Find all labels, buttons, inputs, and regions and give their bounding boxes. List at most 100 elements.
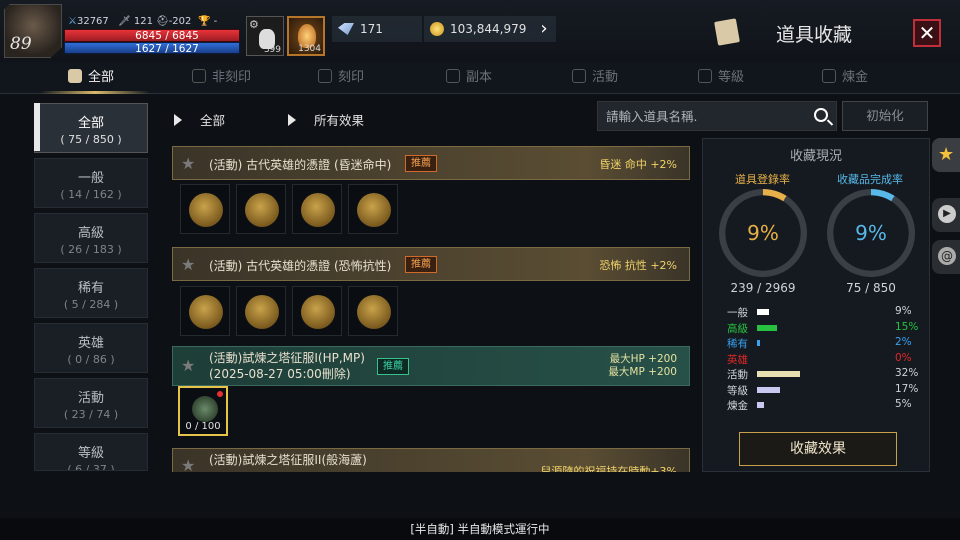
gear-icon — [822, 69, 836, 83]
top-bar: 89 ⚔32767 🗡 121 ⛑-202 🏆 - 6845 / 6845 16… — [0, 0, 960, 62]
category-name: 活動 — [77, 391, 104, 406]
item-count: 0 / 100 — [185, 421, 221, 432]
grade-name: 英雄 — [727, 353, 748, 366]
category-count: ( 75 / 850 ) — [60, 133, 122, 146]
collection-effect: 兒源隨的祝福持在時動+3% — [540, 465, 677, 472]
swirl-icon: @ — [938, 247, 956, 265]
grade-bar — [757, 371, 801, 377]
medal-icon — [189, 193, 223, 227]
headset-icon — [446, 69, 460, 83]
category-count: ( 14 / 162 ) — [60, 188, 122, 201]
grade-percent: 9% — [895, 305, 912, 317]
category-item[interactable]: 高級 ( 26 / 183 ) — [34, 213, 148, 263]
recommend-badge: 推薦 — [405, 155, 437, 172]
category-count: ( 5 / 284 ) — [63, 298, 119, 311]
category-item[interactable]: 活動 ( 23 / 74 ) — [34, 378, 148, 428]
item-slot[interactable] — [292, 286, 342, 336]
collection-name: (活動)試煉之塔征服I(HP,MP) (2025-08-27 05:00刪除) — [209, 351, 365, 381]
close-button[interactable]: ✕ — [913, 19, 941, 47]
collection-effect-button[interactable]: 收藏效果 — [739, 432, 897, 466]
item-slot-selected[interactable]: 0 / 100 — [178, 386, 228, 436]
tab-bar: 全部 非刻印 刻印 副本 活動 等級 煉金 — [0, 62, 960, 94]
collection-name: (活動) 古代英雄的憑證 (昏迷命中) — [209, 158, 392, 172]
completion-fraction: 75 / 850 — [846, 281, 896, 295]
medal-icon — [189, 295, 223, 329]
tab-engraved[interactable]: 刻印 — [318, 62, 364, 94]
item-slot[interactable] — [180, 286, 230, 336]
sword-icon: 🗡 — [118, 16, 131, 27]
collection-status-panel: 收藏現況 道具登錄率 收藏品完成率 9% 9% 239 / 2969 75 / … — [702, 138, 930, 472]
star-icon: ★ — [938, 144, 955, 165]
book-icon — [714, 18, 740, 46]
grade-percent: 5% — [895, 398, 912, 410]
star-icon[interactable]: ★ — [181, 156, 197, 172]
category-name: 英雄 — [77, 336, 104, 351]
grade-bar — [757, 309, 770, 315]
potion-slot[interactable]: ⚙ 399 — [246, 16, 284, 56]
item-slot[interactable] — [236, 286, 286, 336]
tab-non-engraved[interactable]: 非刻印 — [192, 62, 251, 94]
swirl-side-button[interactable]: @ — [932, 240, 960, 274]
item-slot[interactable] — [348, 184, 398, 234]
attack-stat: 🗡 121 — [118, 16, 153, 27]
category-count: ( 26 / 183 ) — [60, 243, 122, 256]
search-input[interactable] — [598, 102, 798, 130]
medal-icon — [301, 193, 335, 227]
item-slot[interactable] — [236, 184, 286, 234]
tab-level[interactable]: 等級 — [698, 62, 744, 94]
shield-icon — [192, 69, 206, 83]
category-item[interactable]: 全部 ( 75 / 850 ) — [34, 103, 148, 153]
medal-icon — [357, 193, 391, 227]
collection-row[interactable]: ★ (活動)試煉之塔征服II(般海蘆) 兒源隨的祝福持在時動+3% — [172, 448, 690, 472]
level-icon — [698, 69, 712, 83]
play-side-button[interactable]: ▶ — [932, 198, 960, 232]
buff-slot[interactable]: 1304 — [287, 16, 325, 56]
diamond-icon — [338, 23, 354, 35]
grade-name: 活動 — [727, 369, 748, 381]
category-item[interactable]: 一般 ( 14 / 162 ) — [34, 158, 148, 208]
effect-filter[interactable]: 所有效果 — [288, 110, 364, 129]
tab-event[interactable]: 活動 — [572, 62, 618, 94]
recommend-badge: 推薦 — [405, 256, 437, 273]
collection-name: (活動)試煉之塔征服II(般海蘆) — [209, 453, 367, 467]
search-icon[interactable] — [814, 108, 828, 122]
category-name: 全部 — [77, 116, 104, 131]
selected-indicator — [34, 103, 40, 151]
gold-coin-icon — [430, 22, 444, 36]
category-item[interactable]: 稀有 ( 5 / 284 ) — [34, 268, 148, 318]
category-item[interactable]: 等級 ( 6 / 37 ) — [34, 433, 148, 471]
item-slot[interactable] — [292, 184, 342, 234]
registration-fraction: 239 / 2969 — [730, 281, 796, 295]
shield-icon — [318, 69, 332, 83]
registration-percent: 9% — [747, 221, 779, 245]
favorite-side-button[interactable]: ★ — [932, 138, 960, 172]
collection-effect: 恐怖 抗性 +2% — [599, 259, 677, 272]
completion-label: 收藏品完成率 — [837, 173, 903, 186]
gift-icon — [572, 69, 586, 83]
grade-percent: 15% — [895, 320, 919, 333]
recommend-badge: 推薦 — [377, 358, 409, 375]
star-icon[interactable]: ★ — [181, 257, 197, 273]
category-filter[interactable]: 全部 — [174, 110, 225, 129]
tab-all[interactable]: 全部 — [68, 62, 114, 94]
reset-button[interactable]: 初始化 — [842, 101, 928, 131]
tab-dungeon[interactable]: 副本 — [446, 62, 492, 94]
collection-effect: 最大HP +200 最大MP +200 — [608, 353, 677, 378]
chevron-right-icon[interactable]: › — [534, 18, 554, 40]
category-item[interactable]: 英雄 ( 0 / 86 ) — [34, 323, 148, 373]
category-name: 稀有 — [77, 281, 104, 296]
star-icon[interactable]: ★ — [181, 458, 197, 473]
item-slot[interactable] — [180, 184, 230, 234]
collection-row[interactable]: ★ (活動) 古代英雄的憑證 (昏迷命中) 推薦 昏迷 命中 +2% — [172, 146, 690, 180]
power-icon: ⚔ — [68, 16, 77, 27]
star-icon[interactable]: ★ — [181, 358, 197, 374]
item-slot[interactable] — [348, 286, 398, 336]
collection-row[interactable]: ★ (活動) 古代英雄的憑證 (恐怖抗性) 推薦 恐怖 抗性 +2% — [172, 247, 690, 281]
hp-bar: 6845 / 6845 — [64, 29, 240, 42]
medal-icon — [357, 295, 391, 329]
collection-list[interactable]: ★ (活動) 古代英雄的憑證 (昏迷命中) 推薦 昏迷 命中 +2% ★ (活動… — [168, 140, 696, 472]
medal-icon — [245, 295, 279, 329]
collection-row[interactable]: ★ (活動)試煉之塔征服I(HP,MP) (2025-08-27 05:00刪除)… — [172, 346, 690, 386]
tab-alchemy[interactable]: 煉金 — [822, 62, 868, 94]
notification-dot — [217, 391, 223, 397]
